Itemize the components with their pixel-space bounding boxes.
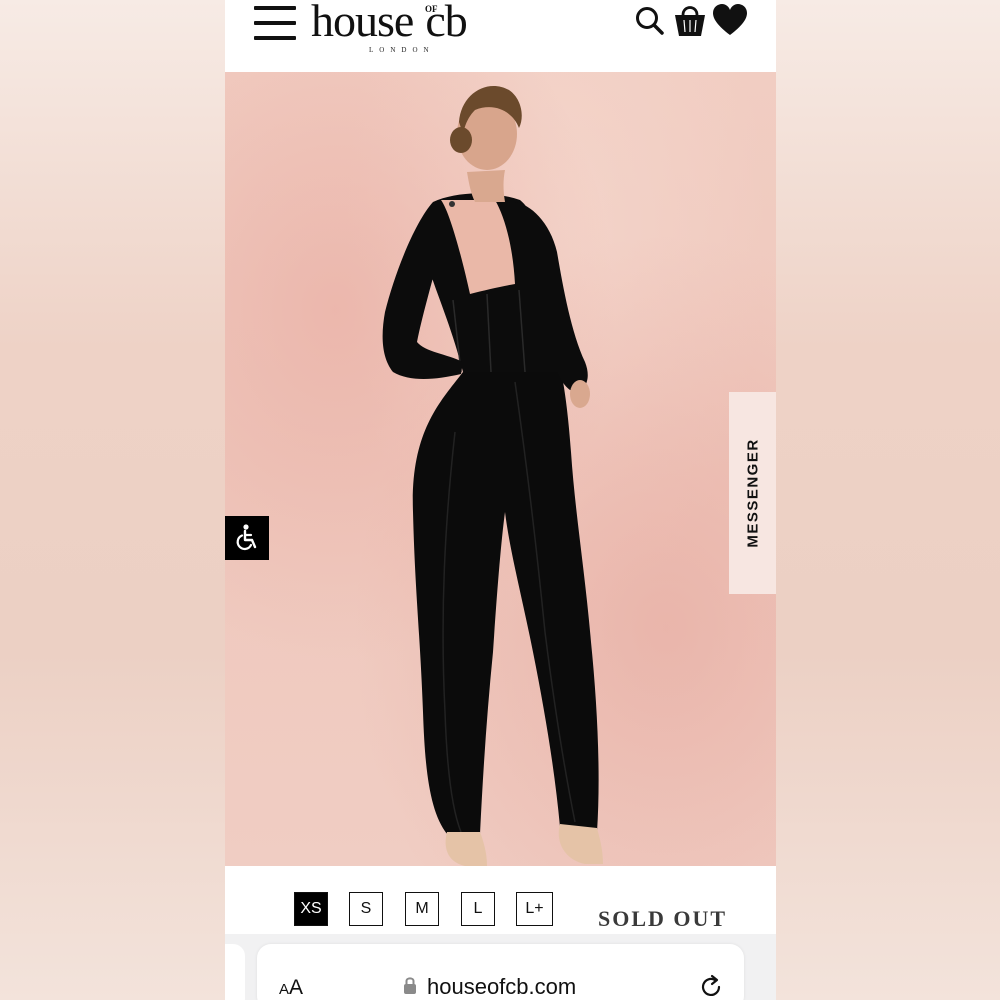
site-header: house cb OF LONDON [225,0,776,72]
browser-address-bar: AA houseofcb.com [225,934,776,1000]
previous-tab-edge[interactable] [225,944,245,1000]
brand-logo[interactable]: house cb OF LONDON [311,0,521,60]
size-option-s[interactable]: S [349,892,383,926]
messenger-tab[interactable]: MESSENGER [729,392,776,594]
heart-icon[interactable] [712,2,748,38]
logo-of-mark: OF [425,4,438,14]
text-size-button[interactable]: AA [279,976,303,1000]
size-option-l-plus[interactable]: L+ [516,892,553,926]
logo-location: LONDON [369,46,435,54]
size-option-m[interactable]: M [405,892,439,926]
size-option-l[interactable]: L [461,892,495,926]
phone-screen: house cb OF LONDON MESSENGER XS S M L L+… [225,0,776,1000]
product-image[interactable]: MESSENGER [225,72,776,866]
model-figure [382,85,603,866]
reload-icon[interactable] [698,974,724,1000]
search-icon[interactable] [635,2,665,38]
lock-icon [404,977,416,994]
size-option-xs[interactable]: XS [294,892,328,926]
url-field[interactable]: AA houseofcb.com [257,944,744,1000]
background-blur-right [776,0,1000,1000]
accessibility-button[interactable] [225,516,269,560]
wheelchair-icon [236,524,257,551]
menu-icon[interactable] [254,4,296,42]
sold-out-status: SOLD OUT [598,906,728,931]
size-selector: XS S M L L+ SOLD OUT [225,866,776,936]
background-blur-left [0,0,225,1000]
logo-wordmark: house cb [311,0,468,46]
shopping-bag-icon[interactable] [672,2,708,38]
messenger-label: MESSENGER [744,438,761,548]
url-text: houseofcb.com [427,974,577,999]
